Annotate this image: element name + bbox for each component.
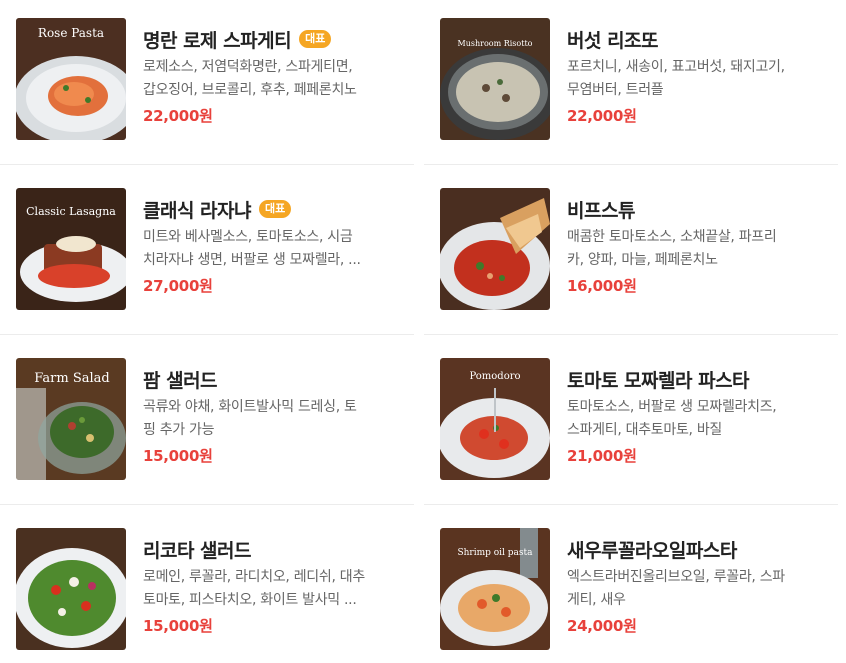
menu-item-photo: Mushroom Risotto — [440, 18, 550, 140]
menu-item-description: 미트와 베사멜소스, 토마토소스, 시금 치라자냐 생면, 버팔로 생 모짜렐라,… — [143, 229, 361, 268]
menu-item-price: 22,000원 — [567, 107, 637, 125]
menu-item-photo: Classic Lasagna — [16, 188, 126, 310]
menu-item[interactable]: Pomodoro 토마토 모짜렐라 파스타 토마토소스, 버팔로 생 모짜렐라치… — [424, 358, 834, 480]
menu-item-name: 명란 로제 스파게티 — [143, 29, 292, 52]
menu-item[interactable]: Farm Salad 팜 샐러드 곡류와 야채, 화이트발사믹 드레싱, 토핑 … — [0, 358, 410, 480]
menu-item-description: 엑스트라버진올리브오일, 루꼴라, 스파 게티, 새우 — [567, 569, 785, 608]
menu-item-photo: Shrimp oil pasta — [440, 528, 550, 650]
menu-grid: Rose Pasta 명란 로제 스파게티 대표 로제소스, 저염덕화명란, 스파… — [0, 0, 846, 663]
menu-item-description: 토마토소스, 버팔로 생 모짜렐라치즈, 스파게티, 대추토마토, 바질 — [567, 399, 777, 438]
menu-item-description: 로제소스, 저염덕화명란, 스파게티면, 갑오징어, 브로콜리, 후추, 페페론치… — [143, 59, 357, 98]
menu-item-description: 로메인, 루꼴라, 라디치오, 레디쉬, 대추 토마토, 피스타치오, 화이트 발… — [143, 569, 365, 608]
menu-item[interactable]: 리코타 샐러드 로메인, 루꼴라, 라디치오, 레디쉬, 대추 토마토, 피스타치… — [0, 528, 410, 650]
menu-item-name: 토마토 모짜렐라 파스타 — [567, 369, 750, 392]
menu-item-photo: Pomodoro — [440, 358, 550, 480]
menu-item-price: 16,000원 — [567, 277, 637, 295]
signature-badge: 대표 — [299, 30, 332, 48]
divider — [0, 164, 414, 165]
menu-item-description: 매콤한 토마토소스, 소채끝살, 파프리 카, 양파, 마늘, 페페론치노 — [567, 229, 777, 268]
photo-label: Farm Salad — [34, 371, 109, 386]
menu-item-name: 새우루꼴라오일파스타 — [567, 539, 737, 562]
menu-item-price: 21,000원 — [567, 447, 637, 465]
menu-item[interactable]: 비프스튜 매콤한 토마토소스, 소채끝살, 파프리 카, 양파, 마늘, 페페론치… — [424, 188, 834, 310]
photo-label: Mushroom Risotto — [458, 39, 533, 48]
menu-item[interactable]: Rose Pasta 명란 로제 스파게티 대표 로제소스, 저염덕화명란, 스파… — [0, 18, 410, 140]
menu-item-photo: Farm Salad — [16, 358, 126, 480]
photo-label: Shrimp oil pasta — [457, 548, 533, 558]
menu-item-price: 22,000원 — [143, 107, 213, 125]
menu-item-price: 27,000원 — [143, 277, 213, 295]
photo-label: Classic Lasagna — [26, 205, 116, 218]
menu-item-name: 리코타 샐러드 — [143, 539, 252, 562]
menu-item-name: 팜 샐러드 — [143, 369, 218, 392]
menu-item[interactable]: Mushroom Risotto 버섯 리조또 포르치니, 새송이, 표고버섯,… — [424, 18, 834, 140]
menu-item-price: 24,000원 — [567, 617, 637, 635]
divider — [0, 334, 414, 335]
menu-item-price: 15,000원 — [143, 617, 213, 635]
signature-badge: 대표 — [259, 200, 292, 218]
menu-item-description: 포르치니, 새송이, 표고버섯, 돼지고기, 무염버터, 트러플 — [567, 59, 785, 98]
menu-item-photo: Rose Pasta — [16, 18, 126, 140]
divider — [0, 504, 414, 505]
divider — [424, 504, 838, 505]
menu-item-price: 15,000원 — [143, 447, 213, 465]
menu-item[interactable]: Classic Lasagna 클래식 라자냐 대표 미트와 베사멜소스, 토마토… — [0, 188, 410, 310]
menu-item-description: 곡류와 야채, 화이트발사믹 드레싱, 토핑 추가 가능 — [143, 399, 357, 438]
photo-label: Pomodoro — [469, 371, 520, 382]
menu-item-photo — [440, 188, 550, 310]
menu-item-name: 클래식 라자냐 — [143, 199, 252, 222]
photo-label: Rose Pasta — [38, 26, 104, 40]
divider — [424, 164, 838, 165]
menu-item-name: 버섯 리조또 — [567, 29, 659, 52]
menu-item[interactable]: Shrimp oil pasta 새우루꼴라오일파스타 엑스트라버진올리브오일,… — [424, 528, 834, 650]
menu-item-photo — [16, 528, 126, 650]
divider — [424, 334, 838, 335]
menu-item-name: 비프스튜 — [567, 199, 635, 222]
